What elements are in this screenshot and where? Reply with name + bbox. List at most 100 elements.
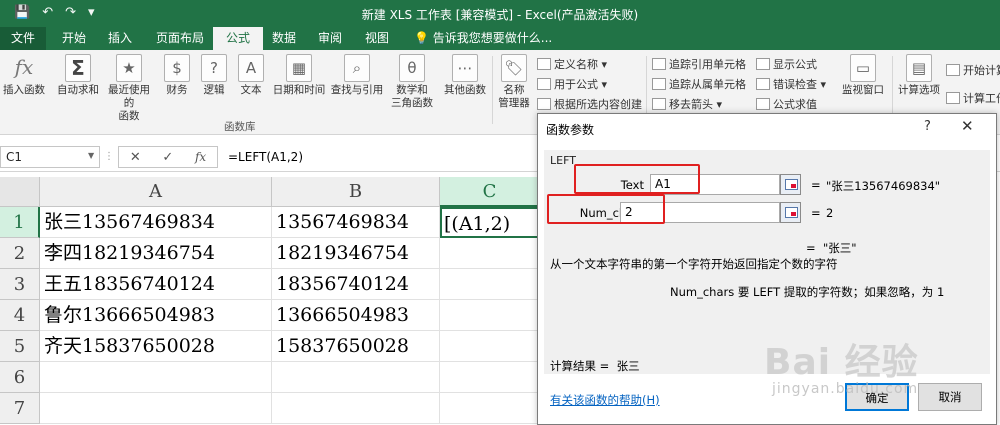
cell-c4[interactable]	[440, 300, 540, 331]
function-arguments-dialog: 函数参数 ? ✕ LEFT Text A1 = "张三13567469834" …	[537, 113, 997, 425]
function-description: 从一个文本字符串的第一个字符开始返回指定个数的字符	[550, 257, 838, 271]
calc-now-button[interactable]: 开始计算	[946, 62, 1000, 78]
cell-a1[interactable]: 张三13567469834	[40, 207, 272, 238]
cell-b6[interactable]	[272, 362, 440, 393]
text-functions-button[interactable]: A 文本	[234, 54, 268, 97]
more-functions-button[interactable]: ⋯ 其他函数	[440, 54, 490, 97]
use-in-formula-button[interactable]: 用于公式 ▾	[537, 76, 607, 92]
title-bar: 💾 ↶ ↷ ▾ 新建 XLS 工作表 [兼容模式] - Excel(产品激活失败…	[0, 0, 1000, 27]
cell-c5[interactable]	[440, 331, 540, 362]
cancel-button[interactable]: 取消	[918, 383, 982, 411]
formula-input[interactable]: =LEFT(A1,2)	[222, 146, 542, 168]
insert-function-button[interactable]: fx 插入函数	[2, 54, 46, 97]
cell-c2[interactable]	[440, 238, 540, 269]
financial-button[interactable]: $ 财务	[160, 54, 194, 97]
row-header-2[interactable]: 2	[0, 238, 40, 269]
column-header-c[interactable]: C	[440, 177, 540, 207]
calc-sheet-button[interactable]: 计算工作	[946, 90, 1000, 106]
error-checking-button[interactable]: 错误检查 ▾	[756, 76, 826, 92]
formula-tag-icon	[537, 78, 551, 90]
theta-book-icon: θ	[399, 54, 425, 82]
remove-arrows-button[interactable]: 移去箭头 ▾	[652, 96, 722, 112]
row-header-7[interactable]: 7	[0, 393, 40, 424]
function-help-link[interactable]: 有关该函数的帮助(H)	[550, 392, 660, 408]
cell-c7[interactable]	[440, 393, 540, 424]
row-header-6[interactable]: 6	[0, 362, 40, 393]
cell-a7[interactable]	[40, 393, 272, 424]
collapse-dialog-icon[interactable]	[780, 174, 801, 195]
collapse-dialog-icon[interactable]	[780, 202, 801, 223]
text-book-icon: A	[238, 54, 264, 82]
fx-icon[interactable]: fx	[195, 150, 206, 164]
cell-b7[interactable]	[272, 393, 440, 424]
cancel-icon[interactable]: ✕	[130, 150, 141, 165]
dialog-body: LEFT Text A1 = "张三13567469834" Num_chars…	[544, 150, 990, 374]
lookup-reference-button[interactable]: ⌕ 查找与引用	[328, 54, 386, 97]
tab-view[interactable]: 视图	[357, 27, 397, 50]
tab-page-layout[interactable]: 页面布局	[148, 27, 212, 50]
watch-window-button[interactable]: ▭ 监视窗口	[838, 54, 888, 97]
logical-button[interactable]: ? 逻辑	[199, 54, 229, 97]
column-header-b[interactable]: B	[272, 177, 440, 207]
column-header-a[interactable]: A	[40, 177, 272, 207]
cell-b2[interactable]: 18219346754	[272, 238, 440, 269]
tab-formulas[interactable]: 公式	[213, 27, 263, 50]
calculator-icon: ▤	[906, 54, 932, 82]
trace-dependents-button[interactable]: 追踪从属单元格	[652, 76, 746, 92]
select-all-corner[interactable]	[0, 177, 40, 207]
define-name-button[interactable]: 定义名称 ▾	[537, 56, 607, 72]
recent-functions-button[interactable]: ★ 最近使用的 函数	[103, 54, 155, 123]
cell-a2[interactable]: 李四18219346754	[40, 238, 272, 269]
cell-b3[interactable]: 18356740124	[272, 269, 440, 300]
highlight-box-text	[574, 164, 700, 194]
worksheet-grid: A B C 1 张三13567469834 13567469834 [(A1,2) 2 李四18…	[0, 177, 540, 425]
cell-a5[interactable]: 齐天15837650028	[40, 331, 272, 362]
name-box[interactable]: C1	[0, 146, 100, 168]
show-formulas-button[interactable]: 显示公式	[756, 56, 817, 72]
math-trig-button[interactable]: θ 数学和 三角函数	[386, 54, 438, 110]
cell-c6[interactable]	[440, 362, 540, 393]
tab-file[interactable]: 文件	[0, 27, 46, 50]
tab-insert[interactable]: 插入	[100, 27, 140, 50]
row-header-1[interactable]: 1	[0, 207, 40, 238]
tab-review[interactable]: 审阅	[310, 27, 350, 50]
active-cell[interactable]: [(A1,2)	[440, 207, 540, 238]
row-header-5[interactable]: 5	[0, 331, 40, 362]
calculation-result: 计算结果 = 张三	[550, 359, 640, 373]
row-header-3[interactable]: 3	[0, 269, 40, 300]
cell-a3[interactable]: 王五18356740124	[40, 269, 272, 300]
name-tag-icon: 🏷	[501, 54, 527, 82]
create-from-selection-button[interactable]: 根据所选内容创建	[537, 96, 642, 112]
cell-b1[interactable]: 13567469834	[272, 207, 440, 238]
resize-handle-icon[interactable]: ⋮	[104, 151, 114, 162]
remove-arrows-icon	[652, 98, 666, 110]
cell-b4[interactable]: 13666504983	[272, 300, 440, 331]
formula-result-preview: = "张三"	[806, 241, 857, 255]
magnifier-book-icon: ⌕	[344, 54, 370, 82]
help-icon[interactable]: ?	[924, 119, 931, 134]
calc-options-button[interactable]: ▤ 计算选项	[894, 54, 944, 97]
cell-c3[interactable]	[440, 269, 540, 300]
enter-icon[interactable]: ✓	[162, 150, 173, 165]
ok-button[interactable]: 确定	[845, 383, 909, 411]
cell-b5[interactable]: 15837650028	[272, 331, 440, 362]
evaluate-formula-button[interactable]: 公式求值	[756, 96, 817, 112]
tab-home[interactable]: 开始	[54, 27, 94, 50]
chevron-down-icon[interactable]: ▼	[88, 151, 94, 160]
tell-me-box[interactable]: 💡 告诉我您想要做什么...	[414, 27, 552, 50]
name-manager-button[interactable]: 🏷 名称 管理器	[494, 54, 534, 110]
function-name: LEFT	[550, 154, 576, 167]
trace-precedents-button[interactable]: 追踪引用单元格	[652, 56, 746, 72]
calc-now-icon	[946, 64, 960, 76]
cell-a4[interactable]: 鲁尔13666504983	[40, 300, 272, 331]
close-icon[interactable]: ✕	[961, 117, 974, 135]
dialog-title: 函数参数	[546, 123, 595, 137]
datetime-button[interactable]: ▦ 日期和时间	[270, 54, 328, 97]
fx-icon: fx	[14, 55, 34, 79]
row-header-4[interactable]: 4	[0, 300, 40, 331]
cell-a6[interactable]	[40, 362, 272, 393]
tab-data[interactable]: 数据	[264, 27, 304, 50]
formula-bar-buttons: ✕ ✓ fx	[118, 146, 218, 168]
autosum-button[interactable]: Σ 自动求和	[53, 54, 103, 97]
highlight-box-num-chars	[547, 194, 665, 224]
